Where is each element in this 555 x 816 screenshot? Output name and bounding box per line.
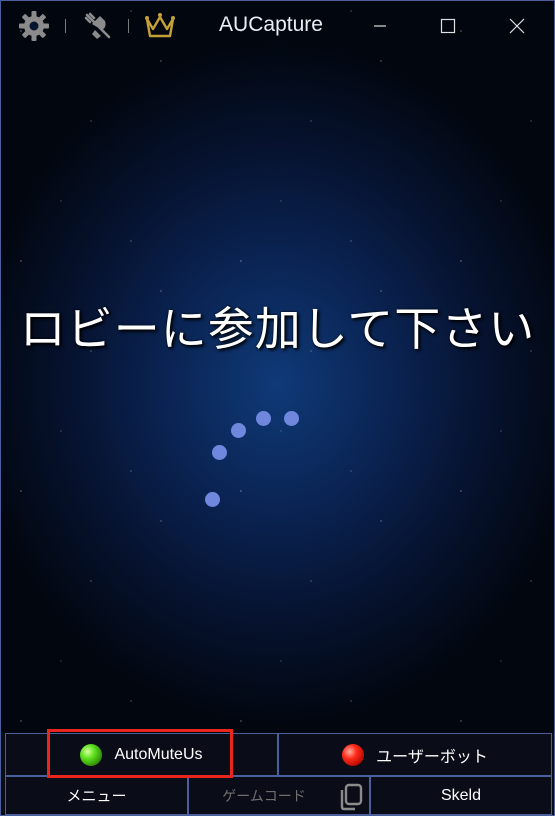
minimize-icon[interactable] — [360, 11, 400, 41]
lobby-status-message: ロビーに参加して下さい — [19, 302, 536, 356]
automuteus-label: AutoMuteUs — [114, 745, 203, 763]
menu-button[interactable]: メニュー — [5, 776, 188, 815]
map-button[interactable]: Skeld — [370, 776, 552, 815]
loading-spinner — [191, 401, 321, 521]
title-separator — [65, 19, 66, 33]
menu-label: メニュー — [66, 787, 127, 805]
green-status-icon — [80, 743, 103, 766]
copy-icon[interactable] — [337, 782, 365, 815]
unplugged-icon[interactable] — [81, 9, 115, 43]
bottom-panel: AutoMuteUs ユーザーボット メニュー ゲームコード Skeld — [1, 733, 554, 815]
starfield-background — [1, 1, 554, 733]
crown-icon[interactable] — [143, 9, 177, 43]
close-icon[interactable] — [497, 11, 537, 41]
title-bar: AUCapture — [1, 1, 554, 51]
gear-icon[interactable] — [17, 9, 51, 43]
maximize-icon[interactable] — [428, 11, 468, 41]
app-window: AUCapture ロビーに参加して下さい AutoMuteUs ユーザーボット… — [0, 0, 555, 816]
app-title: AUCapture — [219, 13, 323, 36]
spinner-dot — [212, 445, 227, 460]
spinner-dot — [231, 423, 246, 438]
automuteus-status-button[interactable]: AutoMuteUs — [5, 733, 278, 776]
game-code-field[interactable]: ゲームコード — [188, 776, 370, 815]
map-label: Skeld — [440, 786, 482, 804]
game-code-placeholder: ゲームコード — [222, 788, 306, 805]
userbot-status-button[interactable]: ユーザーボット — [278, 733, 552, 776]
userbot-label: ユーザーボット — [376, 746, 488, 766]
spinner-dot — [284, 411, 299, 426]
red-status-icon — [342, 743, 365, 766]
title-separator — [128, 19, 129, 33]
spinner-dot — [205, 492, 220, 507]
spinner-dot — [256, 411, 271, 426]
